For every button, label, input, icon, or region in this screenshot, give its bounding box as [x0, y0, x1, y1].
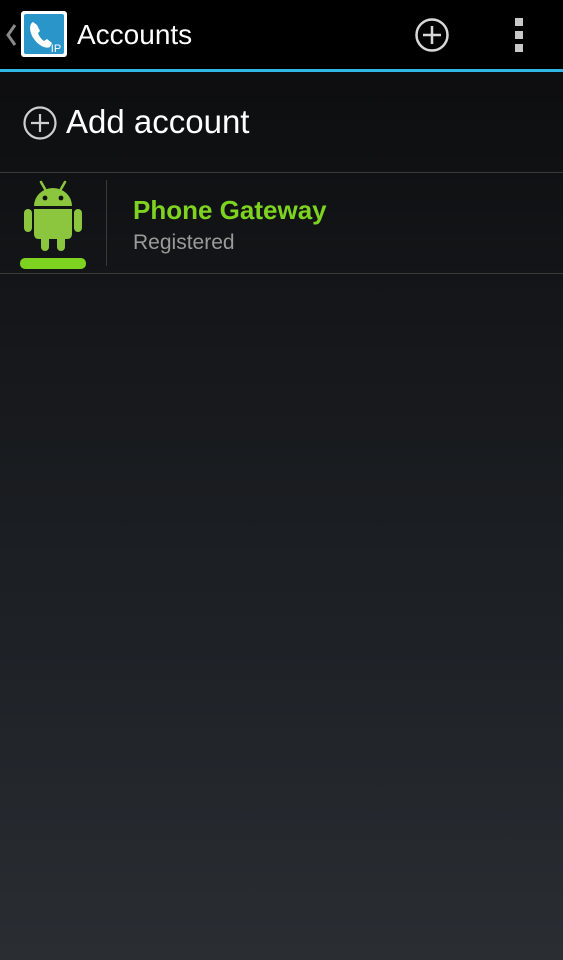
add-account-label: Add account [66, 103, 250, 140]
status-indicator-bar [20, 258, 86, 269]
app-icon-text: IP [51, 43, 61, 55]
add-account-button[interactable]: Add account [0, 72, 563, 172]
account-name: Phone Gateway [133, 195, 327, 225]
account-status: Registered [133, 231, 235, 254]
vertical-separator [106, 180, 107, 266]
back-caret-icon [6, 24, 17, 46]
add-circle-icon [23, 106, 57, 140]
app-phone-icon: IP [21, 11, 67, 57]
action-bar: IP Accounts [0, 0, 563, 72]
up-navigation[interactable]: IP Accounts [0, 0, 200, 69]
add-circle-icon[interactable] [410, 13, 454, 57]
divider [0, 273, 563, 274]
page-title: Accounts [77, 19, 193, 50]
android-icon [24, 180, 82, 251]
overflow-menu-icon[interactable] [500, 13, 538, 57]
account-list-item[interactable]: Phone Gateway Registered [0, 173, 563, 273]
